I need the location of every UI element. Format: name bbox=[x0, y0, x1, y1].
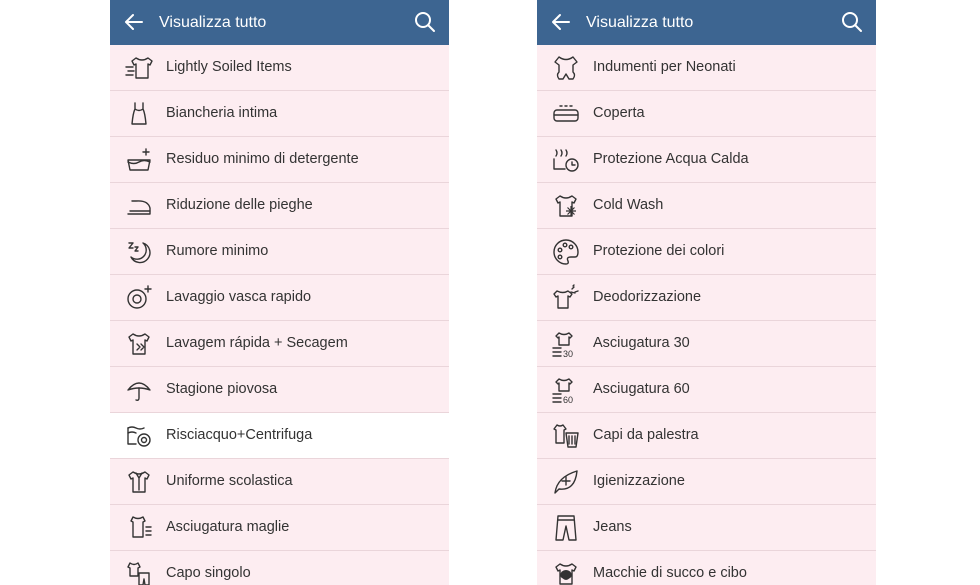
program-item-uniforme-scolastica[interactable]: Uniforme scolastica bbox=[110, 459, 449, 505]
program-list-panel-left: Visualizza tutto Lightly Soiled Items Bia… bbox=[110, 0, 449, 585]
shirt-fast-icon bbox=[124, 53, 154, 83]
program-item-protezione-dei-colori[interactable]: Protezione dei colori bbox=[537, 229, 876, 275]
program-item-label: Rumore minimo bbox=[166, 243, 269, 259]
program-item-label: Igienizzazione bbox=[593, 473, 685, 489]
program-item-label: Stagione piovosa bbox=[166, 381, 278, 397]
svg-text:30: 30 bbox=[563, 349, 573, 359]
leaf-plus-icon bbox=[551, 467, 581, 497]
program-item-asciugatura-60[interactable]: 60 Asciugatura 60 bbox=[537, 367, 876, 413]
program-item-label: Risciacquo+Centrifuga bbox=[166, 427, 313, 443]
program-item-label: Protezione dei colori bbox=[593, 243, 725, 259]
dry-60-icon: 60 bbox=[551, 375, 581, 405]
page-title: Visualizza tutto bbox=[159, 14, 267, 31]
program-item-capo-singolo[interactable]: Capo singolo bbox=[110, 551, 449, 585]
program-item-riduzione-delle-pieghe[interactable]: Riduzione delle pieghe bbox=[110, 183, 449, 229]
program-item-jeans[interactable]: Jeans bbox=[537, 505, 876, 551]
program-item-rumore-minimo[interactable]: Rumore minimo bbox=[110, 229, 449, 275]
program-item-label: Deodorizzazione bbox=[593, 289, 702, 305]
shirt-snowflake-icon bbox=[551, 191, 581, 221]
program-item-label: Indumenti per Neonati bbox=[593, 59, 736, 75]
program-item-biancheria-intima[interactable]: Biancheria intima bbox=[110, 91, 449, 137]
program-item-label: Lightly Soiled Items bbox=[166, 59, 292, 75]
program-item-asciugatura-30[interactable]: 30 Asciugatura 30 bbox=[537, 321, 876, 367]
program-item-igienizzazione[interactable]: Igienizzazione bbox=[537, 459, 876, 505]
shirt-spray-icon bbox=[551, 283, 581, 313]
program-item-label: Jeans bbox=[593, 519, 632, 535]
program-item-label: Asciugatura maglie bbox=[166, 519, 290, 535]
gym-clothes-icon bbox=[551, 421, 581, 451]
program-item-asciugatura-maglie[interactable]: Asciugatura maglie bbox=[110, 505, 449, 551]
program-item-label: Asciugatura 60 bbox=[593, 381, 690, 397]
baby-clothes-icon bbox=[551, 53, 581, 83]
program-list-panel-right: Visualizza tutto Indumenti per Neonati Co… bbox=[537, 0, 876, 585]
program-list: Lightly Soiled Items Biancheria intima Res… bbox=[110, 45, 449, 585]
program-item-indumenti-per-neonati[interactable]: Indumenti per Neonati bbox=[537, 45, 876, 91]
underwear-icon bbox=[124, 99, 154, 129]
uniform-shirt-icon bbox=[124, 467, 154, 497]
search-icon[interactable] bbox=[840, 10, 864, 34]
blanket-icon bbox=[551, 99, 581, 129]
svg-text:60: 60 bbox=[563, 395, 573, 405]
rinse-spin-icon bbox=[124, 421, 154, 451]
program-item-risciacquo-centrifuga[interactable]: Risciacquo+Centrifuga bbox=[110, 413, 449, 459]
shirt-arrows-icon bbox=[124, 329, 154, 359]
dry-30-icon: 30 bbox=[551, 329, 581, 359]
program-item-label: Capi da palestra bbox=[593, 427, 699, 443]
program-item-lightly-soiled-items[interactable]: Lightly Soiled Items bbox=[110, 45, 449, 91]
program-item-macchie-di-succo-e-cibo[interactable]: Macchie di succo e cibo bbox=[537, 551, 876, 585]
program-item-label: Uniforme scolastica bbox=[166, 473, 293, 489]
program-item-label: Protezione Acqua Calda bbox=[593, 151, 749, 167]
program-item-deodorizzazione[interactable]: Deodorizzazione bbox=[537, 275, 876, 321]
program-item-cold-wash[interactable]: Cold Wash bbox=[537, 183, 876, 229]
tub-clean-icon bbox=[124, 283, 154, 313]
shirt-dry-icon bbox=[124, 513, 154, 543]
program-item-label: Residuo minimo di detergente bbox=[166, 151, 359, 167]
program-item-stagione-piovosa[interactable]: Stagione piovosa bbox=[110, 367, 449, 413]
moon-zz-icon bbox=[124, 237, 154, 267]
program-item-lavaggio-vasca-rapido[interactable]: Lavaggio vasca rapido bbox=[110, 275, 449, 321]
app-header: Visualizza tutto bbox=[110, 0, 449, 45]
app-header: Visualizza tutto bbox=[537, 0, 876, 45]
program-item-label: Lavaggio vasca rapido bbox=[166, 289, 312, 305]
program-item-label: Coperta bbox=[593, 105, 645, 121]
program-item-label: Capo singolo bbox=[166, 565, 251, 581]
back-arrow-icon[interactable] bbox=[122, 10, 146, 34]
program-item-label: Cold Wash bbox=[593, 197, 664, 213]
basin-sparkle-icon bbox=[124, 145, 154, 175]
jeans-icon bbox=[551, 513, 581, 543]
search-icon[interactable] bbox=[413, 10, 437, 34]
umbrella-icon bbox=[124, 375, 154, 405]
program-item-coperta[interactable]: Coperta bbox=[537, 91, 876, 137]
program-list: Indumenti per Neonati Coperta Protezione A… bbox=[537, 45, 876, 585]
back-arrow-icon[interactable] bbox=[549, 10, 573, 34]
single-garment-icon bbox=[124, 559, 154, 585]
program-item-lavagem-rapida-secagem[interactable]: Lavagem rápida + Secagem bbox=[110, 321, 449, 367]
program-item-capi-da-palestra[interactable]: Capi da palestra bbox=[537, 413, 876, 459]
palette-icon bbox=[551, 237, 581, 267]
stain-shirt-icon bbox=[551, 559, 581, 585]
program-item-label: Riduzione delle pieghe bbox=[166, 197, 313, 213]
program-item-protezione-acqua-calda[interactable]: Protezione Acqua Calda bbox=[537, 137, 876, 183]
program-item-label: Macchie di succo e cibo bbox=[593, 565, 747, 581]
program-item-label: Biancheria intima bbox=[166, 105, 278, 121]
iron-icon bbox=[124, 191, 154, 221]
page-title: Visualizza tutto bbox=[586, 14, 694, 31]
program-item-residuo-minimo-di-detergente[interactable]: Residuo minimo di detergente bbox=[110, 137, 449, 183]
program-item-label: Asciugatura 30 bbox=[593, 335, 690, 351]
hot-water-icon bbox=[551, 145, 581, 175]
program-item-label: Lavagem rápida + Secagem bbox=[166, 335, 348, 351]
